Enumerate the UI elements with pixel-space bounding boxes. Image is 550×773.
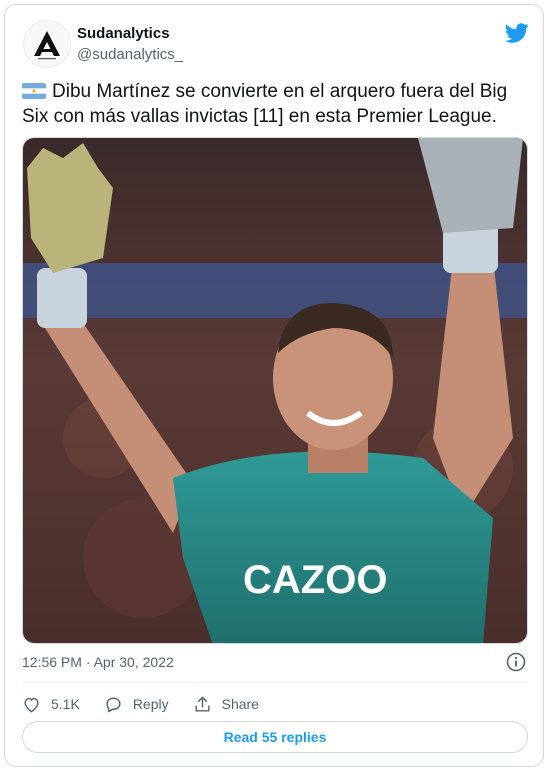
sudanalytics-logo: [34, 31, 60, 60]
tweet-timestamp[interactable]: 12:56 PM · Apr 30, 2022: [22, 654, 174, 670]
like-button[interactable]: 5.1K: [22, 695, 80, 714]
heart-icon: [24, 697, 39, 712]
reply-button[interactable]: Reply: [104, 695, 169, 714]
argentina-flag-icon: [22, 83, 46, 99]
read-replies-button[interactable]: Read 55 replies: [22, 721, 528, 753]
read-replies-label: Read 55 replies: [223, 729, 327, 745]
share-label: Share: [221, 696, 259, 712]
twitter-bird-icon[interactable]: [505, 21, 529, 45]
share-button[interactable]: Share: [193, 695, 259, 714]
author-handle[interactable]: @sudanalytics_: [77, 46, 183, 63]
jersey-sponsor-text: CAZOO: [243, 558, 387, 602]
tweet-photo[interactable]: CAZOO: [22, 137, 528, 644]
reply-label: Reply: [132, 696, 169, 712]
tweet-actions: 5.1K Reply Share: [22, 692, 283, 716]
info-icon[interactable]: [506, 652, 526, 672]
photo-illustration: CAZOO: [23, 138, 527, 643]
share-icon: [195, 696, 210, 712]
tweet-text: Dibu Martínez se convierte en el arquero…: [22, 79, 532, 129]
avatar[interactable]: [23, 20, 71, 68]
reply-icon: [106, 696, 121, 712]
divider: [22, 682, 528, 683]
like-count: 5.1K: [51, 696, 80, 712]
tweet-body: Dibu Martínez se convierte en el arquero…: [22, 81, 508, 127]
tweet-card: Sudanalytics @sudanalytics_ Dibu Martíne…: [4, 4, 544, 767]
author-name[interactable]: Sudanalytics: [77, 25, 170, 42]
